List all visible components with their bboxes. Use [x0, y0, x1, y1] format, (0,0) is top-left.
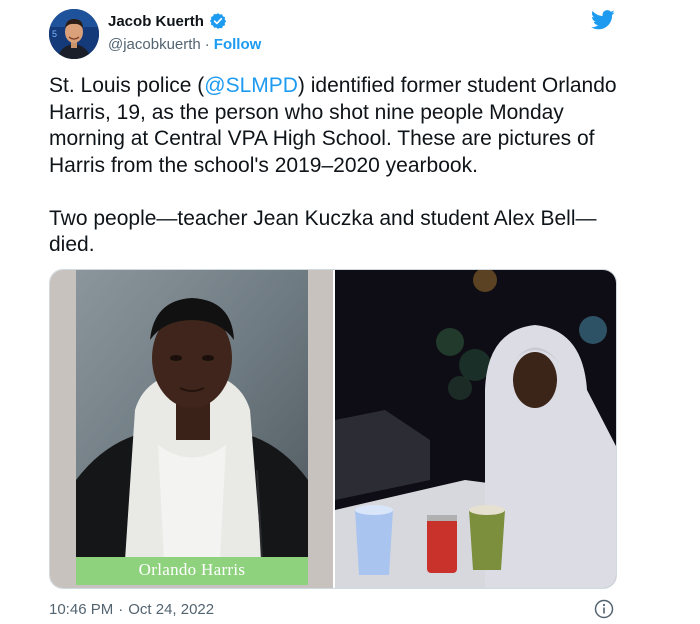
tweet-date[interactable]: Oct 24, 2022 — [128, 601, 214, 618]
yearbook-portrait-photo[interactable]: Orlando Harris — [50, 270, 333, 588]
author-handle[interactable]: @jacobkuerth — [108, 36, 201, 53]
author-display-name[interactable]: Jacob Kuerth — [108, 13, 204, 30]
twitter-bird-icon[interactable] — [591, 9, 615, 31]
verified-badge-icon — [209, 12, 227, 30]
follow-button[interactable]: Follow — [214, 36, 262, 53]
mention-link[interactable]: @SLMPD — [204, 74, 298, 97]
handle-separator: · — [204, 35, 210, 53]
tweet-text-before-mention: St. Louis police ( — [49, 74, 205, 97]
tweet-card: 5 Jacob Kuerth @jacobkuerth · Follow St.… — [0, 0, 700, 622]
author-handle-row: @jacobkuerth · Follow — [108, 35, 261, 53]
tweet-text: St. Louis police (@SLMPD) identified for… — [49, 73, 629, 259]
tweet-timestamp[interactable]: 10:46 PM · Oct 24, 2022 — [49, 601, 214, 618]
tweet-paragraph-1: St. Louis police (@SLMPD) identified for… — [49, 73, 629, 179]
info-icon[interactable] — [594, 599, 614, 619]
tweet-media[interactable]: Orlando Harris — [49, 269, 617, 589]
tweet-time[interactable]: 10:46 PM — [49, 601, 113, 618]
svg-text:5: 5 — [52, 29, 57, 39]
yearbook-caption-name: Orlando Harris — [138, 560, 246, 579]
candid-photo[interactable] — [335, 270, 616, 588]
tweet-paragraph-2: Two people—teacher Jean Kuczka and stude… — [49, 206, 597, 257]
author-avatar[interactable]: 5 — [49, 9, 99, 59]
timestamp-separator: · — [118, 601, 124, 618]
author-name-row: Jacob Kuerth — [108, 11, 227, 31]
